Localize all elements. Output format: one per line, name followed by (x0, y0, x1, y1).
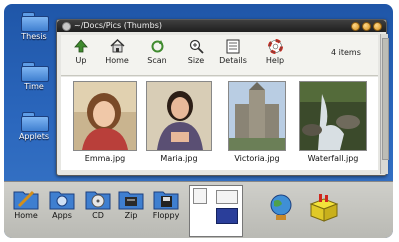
panel-launcher-label: Apps (52, 211, 72, 220)
size-button[interactable]: Size (182, 38, 210, 65)
desktop-icon-label: Thesis (21, 32, 47, 41)
size-button-label: Size (187, 56, 205, 65)
floppy-icon (153, 188, 179, 210)
image-thumbnail (73, 81, 137, 151)
file-name: Emma.jpg (84, 154, 126, 163)
workspace-pager[interactable] (189, 185, 243, 237)
panel-launcher-label: Home (14, 211, 38, 220)
folder-icon (21, 62, 49, 82)
desktop-icon-time[interactable]: Time (12, 62, 56, 91)
details-icon (225, 38, 241, 54)
panel-launcher-zip[interactable]: Zip (115, 188, 147, 220)
bottom-panel: Home Apps CD Zip Floppy (4, 181, 393, 238)
home-button-label: Home (105, 56, 129, 65)
file-name: Maria.jpg (160, 154, 198, 163)
refresh-icon (149, 38, 165, 54)
home-folder-icon (13, 188, 39, 210)
pager-window-thumb (216, 190, 238, 204)
file-name: Waterfall.jpg (307, 154, 359, 163)
cd-icon (85, 188, 111, 210)
folder-icon (21, 12, 49, 32)
pager-window-thumb (193, 188, 207, 204)
scrollbar-thumb[interactable] (382, 38, 389, 160)
details-button-label: Details (219, 56, 247, 65)
panel-launcher-label: Floppy (152, 211, 180, 220)
maximize-button[interactable] (362, 22, 371, 31)
toolbar: Up Home Scan Size Details Help 4 items (61, 35, 378, 76)
window-title: ~/Docs/Pics (Thumbs) (74, 21, 163, 30)
scan-button-label: Scan (147, 56, 167, 65)
panel-launcher-label: Zip (124, 211, 138, 220)
up-button[interactable]: Up (67, 38, 95, 65)
help-button-label: Help (265, 56, 285, 65)
minimize-button[interactable] (351, 22, 360, 31)
desktop-icon-label: Time (24, 82, 44, 91)
home-icon (109, 38, 125, 54)
panel-launcher-floppy[interactable]: Floppy (150, 188, 182, 220)
desktop: Thesis Time Applets ~/Docs/Pics (Thumbs)… (4, 4, 393, 238)
desktop-icon-label: Applets (18, 132, 50, 141)
up-button-label: Up (75, 56, 87, 65)
apps-folder-icon (49, 188, 75, 210)
details-button[interactable]: Details (219, 38, 247, 65)
zip-icon (118, 188, 144, 210)
panel-launcher-label: CD (92, 211, 104, 220)
close-button[interactable] (373, 22, 382, 31)
file-item-maria[interactable]: Maria.jpg (143, 81, 215, 163)
panel-launcher-apps[interactable]: Apps (46, 188, 78, 220)
zoom-icon (188, 38, 204, 54)
file-item-victoria[interactable]: Victoria.jpg (221, 81, 293, 163)
file-manager-window: ~/Docs/Pics (Thumbs) Up Home Scan Size D… (56, 19, 389, 176)
help-lifebuoy-icon (267, 38, 283, 54)
desktop-icon-thesis[interactable]: Thesis (12, 12, 56, 41)
panel-launcher-home[interactable]: Home (10, 188, 42, 220)
window-titlebar[interactable]: ~/Docs/Pics (Thumbs) (57, 20, 386, 32)
package-box-icon[interactable] (307, 194, 341, 222)
file-item-emma[interactable]: Emma.jpg (69, 81, 141, 163)
window-menu-icon[interactable] (62, 22, 71, 31)
desktop-icon-applets[interactable]: Applets (12, 112, 56, 141)
home-button[interactable]: Home (103, 38, 131, 65)
up-arrow-icon (73, 38, 89, 54)
image-thumbnail (299, 81, 367, 151)
pager-active-window-thumb (216, 208, 238, 224)
image-thumbnail (228, 81, 286, 151)
vertical-scrollbar[interactable] (380, 34, 389, 174)
scan-button[interactable]: Scan (143, 38, 171, 65)
help-button[interactable]: Help (261, 38, 289, 65)
file-icon-view[interactable]: Emma.jpg Maria.jpg Victoria.jpg Waterfal… (61, 77, 378, 170)
file-item-waterfall[interactable]: Waterfall.jpg (297, 81, 369, 163)
item-count: 4 items (331, 48, 361, 57)
image-thumbnail (146, 81, 212, 151)
folder-icon (21, 112, 49, 132)
file-name: Victoria.jpg (234, 154, 280, 163)
panel-launcher-cd[interactable]: CD (82, 188, 114, 220)
globe-icon[interactable] (266, 192, 296, 222)
